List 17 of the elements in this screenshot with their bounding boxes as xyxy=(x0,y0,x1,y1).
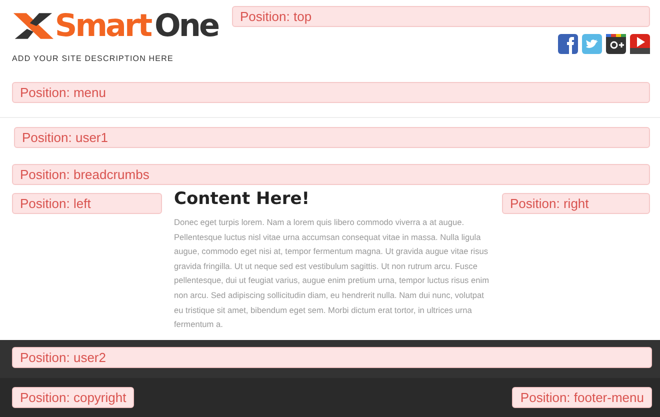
module-position: Position: right xyxy=(502,193,650,214)
module-position: Position: top xyxy=(232,6,650,27)
module-position: Position: copyright xyxy=(12,387,134,408)
site-description: ADD YOUR SITE DESCRIPTION HERE xyxy=(12,54,174,63)
content-title: Content Here! xyxy=(174,189,310,209)
module-position: Position: user2 xyxy=(12,347,652,368)
play-icon[interactable] xyxy=(630,34,650,54)
google-plus-icon[interactable] xyxy=(606,34,626,54)
module-position: Position: left xyxy=(12,193,162,214)
logo-text: One xyxy=(154,7,218,46)
module-position: Position: menu xyxy=(12,82,650,103)
facebook-icon[interactable] xyxy=(558,34,578,54)
module-position: Position: user1 xyxy=(14,127,650,148)
content-paragraph: Donec eget turpis lorem. Nam a lorem quis libero commodo viverra a at augue. Pellentesque luctus nisl vitae urna accumsan consequat vitae in massa. Nulla ligula augue, commodo eget nisi at, tempor fermentum magna. Ut gravida augue vitae risus gravida fringilla. Ut ut neque sed est vestibulum sagittis. Ut non rutrum arcu. Fusce pellentesque, dui ut feugiat varius, augue enim pretium urna, tempor luctus risus enim non arcu. Sed adipiscing sollicitudin diam, eu hendrerit nulla. Nam dui nunc, volutpat eu tristique sit amet, bibendum eget sem. Morbi dictum erat tortor, in ultrices urna fermentum a. xyxy=(174,216,490,332)
module-position: Position: footer-menu xyxy=(512,387,652,408)
module-position: Position: breadcrumbs xyxy=(12,164,650,185)
logo-text: Smart xyxy=(54,7,151,46)
